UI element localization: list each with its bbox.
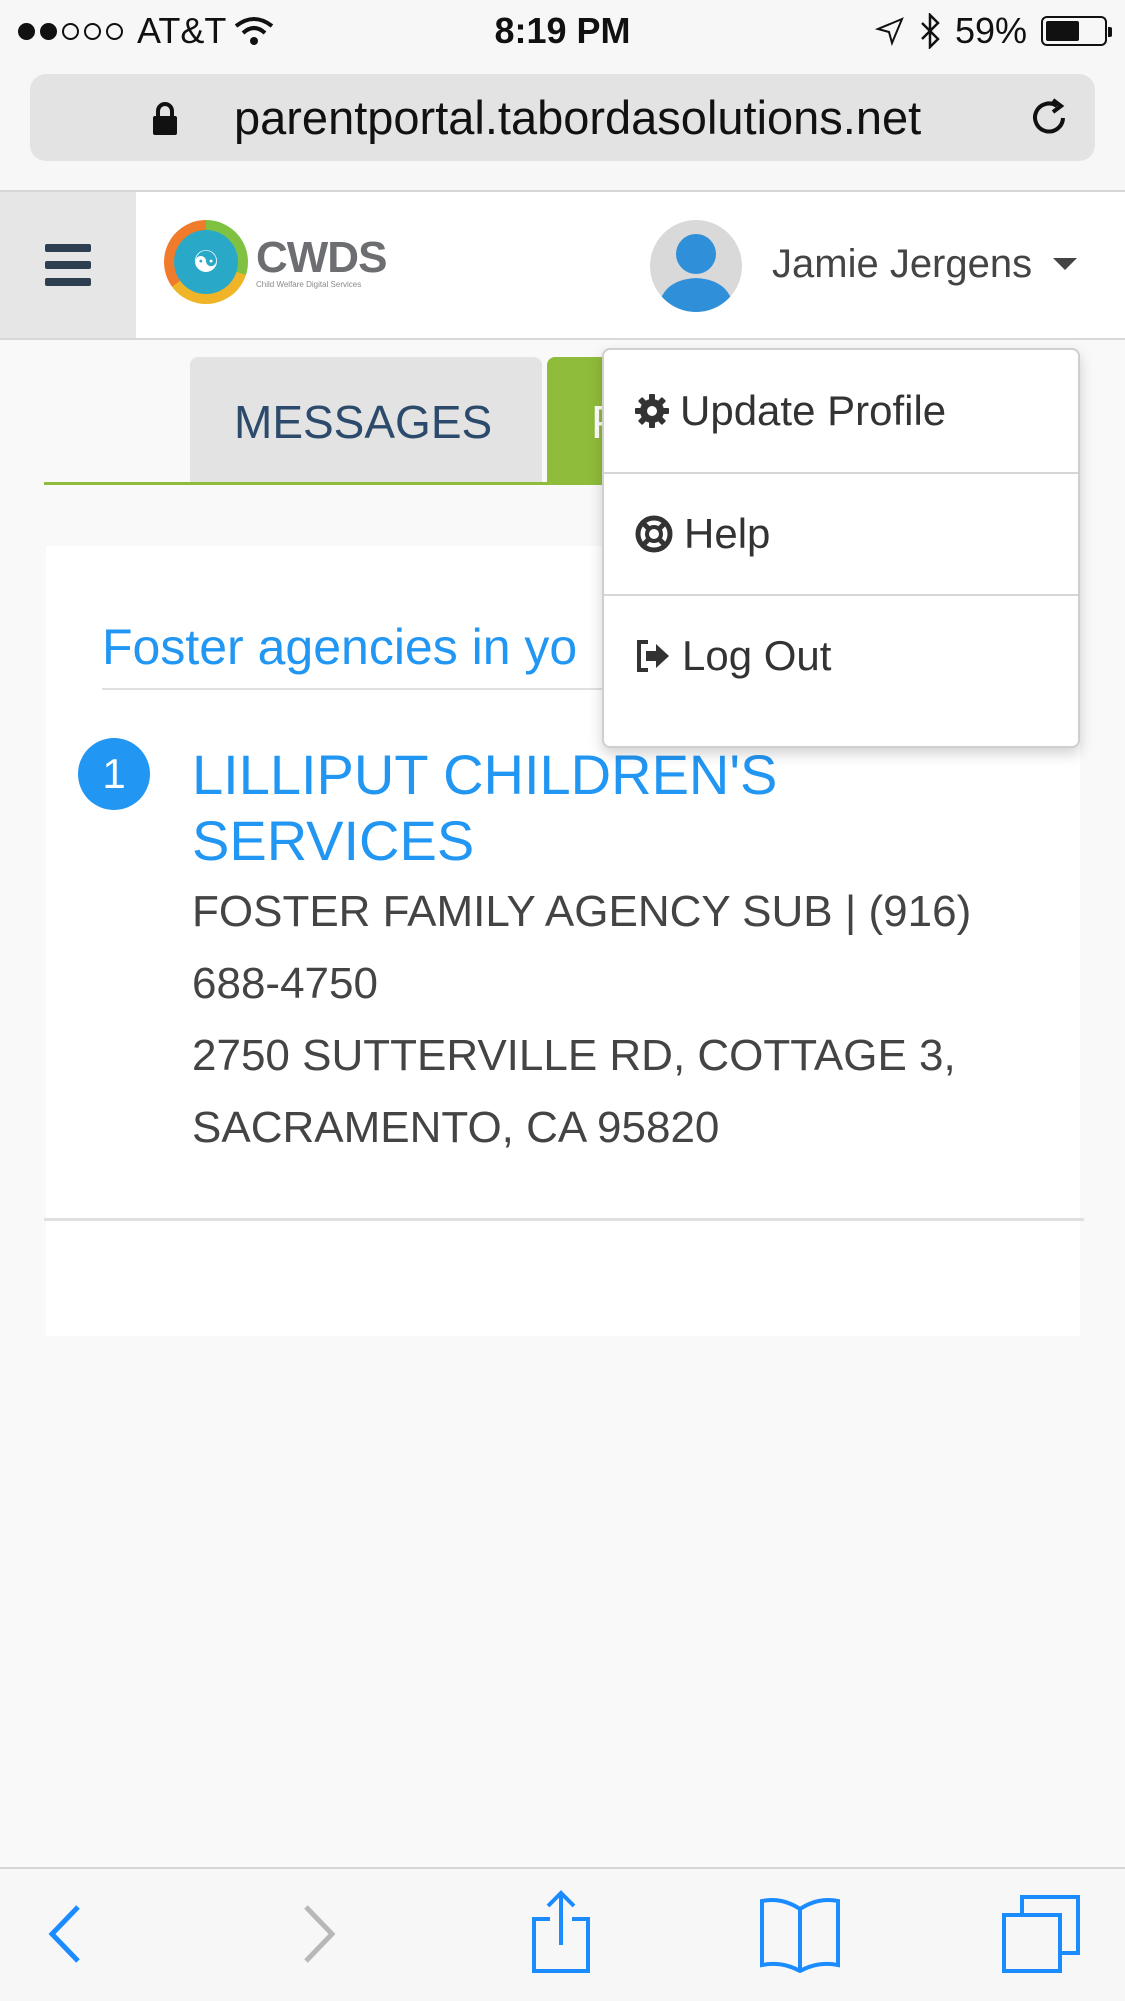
- user-dropdown-menu: Update Profile Help Log Out: [602, 348, 1080, 748]
- sign-out-icon: [637, 640, 669, 672]
- menu-item-label: Log Out: [682, 632, 832, 679]
- cwds-logo[interactable]: ☯ CWDS Child Welfare Digital Services: [164, 220, 387, 304]
- tab-messages-label: MESSAGES: [234, 396, 493, 448]
- logo-brand: CWDS: [256, 232, 387, 282]
- tabs-icon[interactable]: [1000, 1893, 1082, 1975]
- divider: [44, 1218, 1084, 1221]
- logo-tagline: Child Welfare Digital Services: [256, 279, 362, 289]
- agency-address: 2750 SUTTERVILLE RD, COTTAGE 3, SACRAMEN…: [192, 1031, 956, 1152]
- address-bar[interactable]: parentportal.tabordasolutions.net: [30, 74, 1095, 161]
- lock-icon: [153, 102, 177, 135]
- tab-messages[interactable]: MESSAGES: [190, 357, 542, 483]
- app-header: ☯ CWDS Child Welfare Digital Services Ja…: [0, 192, 1125, 340]
- life-ring-icon: [635, 515, 673, 553]
- bookmarks-icon[interactable]: [758, 1895, 842, 1973]
- url-text: parentportal.tabordasolutions.net: [234, 91, 922, 144]
- agency-name-link[interactable]: LILLIPUT CHILDREN'S SERVICES: [192, 742, 1052, 874]
- menu-item-update-profile[interactable]: Update Profile: [604, 350, 1078, 472]
- back-arrow-icon[interactable]: [44, 1899, 88, 1969]
- menu-item-help[interactable]: Help: [604, 472, 1078, 594]
- logo-mark-icon: ☯: [164, 220, 248, 304]
- hamburger-menu-button[interactable]: [0, 192, 136, 338]
- list-item-number-badge: 1: [78, 738, 150, 810]
- location-arrow-icon: [874, 17, 904, 46]
- agency-details: FOSTER FAMILY AGENCY SUB | (916) 688-475…: [192, 876, 1052, 1164]
- reload-icon[interactable]: [1027, 96, 1071, 140]
- forward-arrow-icon[interactable]: [296, 1899, 340, 1969]
- hamburger-icon: [45, 244, 91, 252]
- status-bar: AT&T 8:19 PM 59%: [0, 0, 1125, 62]
- menu-item-label: Update Profile: [680, 387, 947, 434]
- bluetooth-icon: [921, 13, 940, 49]
- avatar[interactable]: [650, 220, 742, 312]
- browser-address-area: parentportal.tabordasolutions.net: [0, 62, 1125, 192]
- share-icon[interactable]: [528, 1889, 594, 1975]
- battery-icon: [1041, 16, 1112, 46]
- menu-item-label: Help: [684, 510, 771, 557]
- user-menu-toggle[interactable]: Jamie Jergens: [772, 242, 1032, 287]
- browser-toolbar: [0, 1867, 1125, 2001]
- caret-down-icon[interactable]: [1053, 258, 1077, 270]
- agency-type-phone: FOSTER FAMILY AGENCY SUB | (916) 688-475…: [192, 887, 972, 1008]
- gear-icon: [635, 394, 669, 428]
- user-avatar-icon: [658, 234, 734, 312]
- menu-item-log-out[interactable]: Log Out: [604, 594, 1078, 716]
- battery-percent: 59%: [954, 10, 1027, 51]
